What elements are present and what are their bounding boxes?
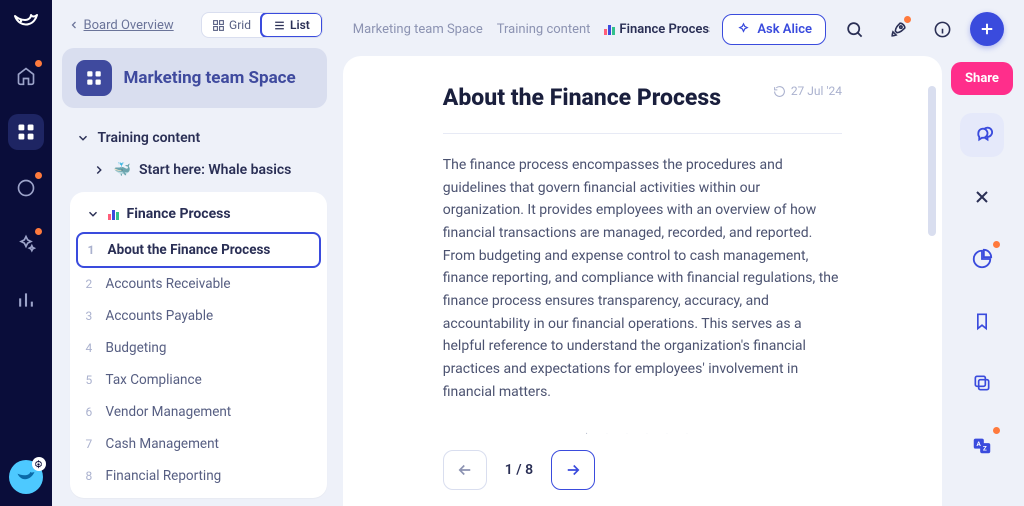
view-grid-button[interactable]: Grid xyxy=(202,13,261,37)
topbar: Marketing team Space Training content Fi… xyxy=(335,0,1024,56)
board-overview-label: Board Overview xyxy=(84,18,174,33)
crumb-current[interactable]: Finance Process xyxy=(604,22,710,37)
toc-item-1[interactable]: 1About the Finance Process xyxy=(76,232,321,268)
crumb-space[interactable]: Marketing team Space xyxy=(353,22,483,37)
ask-alice-button[interactable]: Ask Alice xyxy=(722,14,826,45)
search-icon[interactable] xyxy=(838,13,870,45)
toc-item-8[interactable]: 8Financial Reporting xyxy=(76,460,321,492)
copy-icon[interactable] xyxy=(960,361,1004,405)
bookmark-icon[interactable] xyxy=(960,299,1004,343)
space-title: Marketing team Space xyxy=(124,68,296,88)
view-list-button[interactable]: List xyxy=(260,12,323,38)
pager-prev-button[interactable] xyxy=(443,450,487,490)
toc-item-6[interactable]: 6Vendor Management xyxy=(76,396,321,428)
document-title: About the Finance Process xyxy=(443,84,721,111)
tree-node-finance-panel: Finance Process 1About the Finance Proce… xyxy=(70,192,327,498)
user-avatar[interactable] xyxy=(9,460,43,494)
bar-chart-icon xyxy=(604,23,615,35)
nav-modules-icon[interactable] xyxy=(8,170,44,206)
sidebar: Board Overview Grid List Marketing team … xyxy=(52,0,335,506)
icon-rail xyxy=(0,0,52,506)
rocket-icon[interactable] xyxy=(882,13,914,45)
document-date: 27 Jul '24 xyxy=(773,84,842,98)
chevron-down-icon xyxy=(86,207,100,221)
board-overview-link[interactable]: Board Overview xyxy=(68,18,174,33)
view-toggle: Grid List xyxy=(201,12,323,38)
tree-node-training[interactable]: Training content xyxy=(62,122,327,154)
svg-text:Z: Z xyxy=(983,445,987,453)
pager-next-button[interactable] xyxy=(551,450,595,490)
toc-item-4[interactable]: 4Budgeting xyxy=(76,332,321,364)
space-icon xyxy=(76,60,112,96)
breadcrumb: Marketing team Space Training content Fi… xyxy=(353,22,711,37)
chevron-right-icon xyxy=(92,163,106,177)
chevron-down-icon xyxy=(76,131,90,145)
comments-icon[interactable] xyxy=(960,113,1004,157)
svg-text:A: A xyxy=(977,440,982,448)
nav-home-icon[interactable] xyxy=(8,58,44,94)
divider xyxy=(443,133,842,134)
nav-analytics-icon[interactable] xyxy=(8,282,44,318)
toc-item-7[interactable]: 7Cash Management xyxy=(76,428,321,460)
tree-node-start-here[interactable]: 🐳 Start here: Whale basics xyxy=(62,154,327,186)
nav-tree: Training content 🐳 Start here: Whale bas… xyxy=(62,112,327,498)
main-area: Marketing team Space Training content Fi… xyxy=(335,0,1024,506)
pager: 1 / 8 xyxy=(353,434,932,506)
crumb-training[interactable]: Training content xyxy=(497,22,591,37)
close-icon[interactable] xyxy=(960,175,1004,219)
translate-icon[interactable]: AZ xyxy=(960,423,1004,467)
pie-chart-icon[interactable] xyxy=(960,237,1004,281)
toc-item-3[interactable]: 3Accounts Payable xyxy=(76,300,321,332)
document-illustration xyxy=(443,425,842,434)
pager-label: 1 / 8 xyxy=(505,462,533,478)
nav-boards-icon[interactable] xyxy=(8,114,44,150)
share-button[interactable]: Share xyxy=(951,62,1013,95)
whale-emoji-icon: 🐳 xyxy=(114,162,131,178)
add-button[interactable] xyxy=(970,12,1004,46)
tree-node-finance[interactable]: Finance Process xyxy=(76,202,321,232)
scrollbar[interactable] xyxy=(928,86,936,236)
action-rail: Share AZ xyxy=(954,56,1010,506)
space-header[interactable]: Marketing team Space xyxy=(62,48,327,108)
toc-item-5[interactable]: 5Tax Compliance xyxy=(76,364,321,396)
document-card: About the Finance Process 27 Jul '24 The… xyxy=(343,56,942,506)
whale-logo-icon xyxy=(13,12,39,32)
settings-gear-icon xyxy=(32,457,46,471)
toc-item-2[interactable]: 2Accounts Receivable xyxy=(76,268,321,300)
nav-ai-icon[interactable] xyxy=(8,226,44,262)
info-icon[interactable] xyxy=(926,13,958,45)
document-body: The finance process encompasses the proc… xyxy=(443,154,842,403)
bar-chart-icon xyxy=(108,208,119,220)
